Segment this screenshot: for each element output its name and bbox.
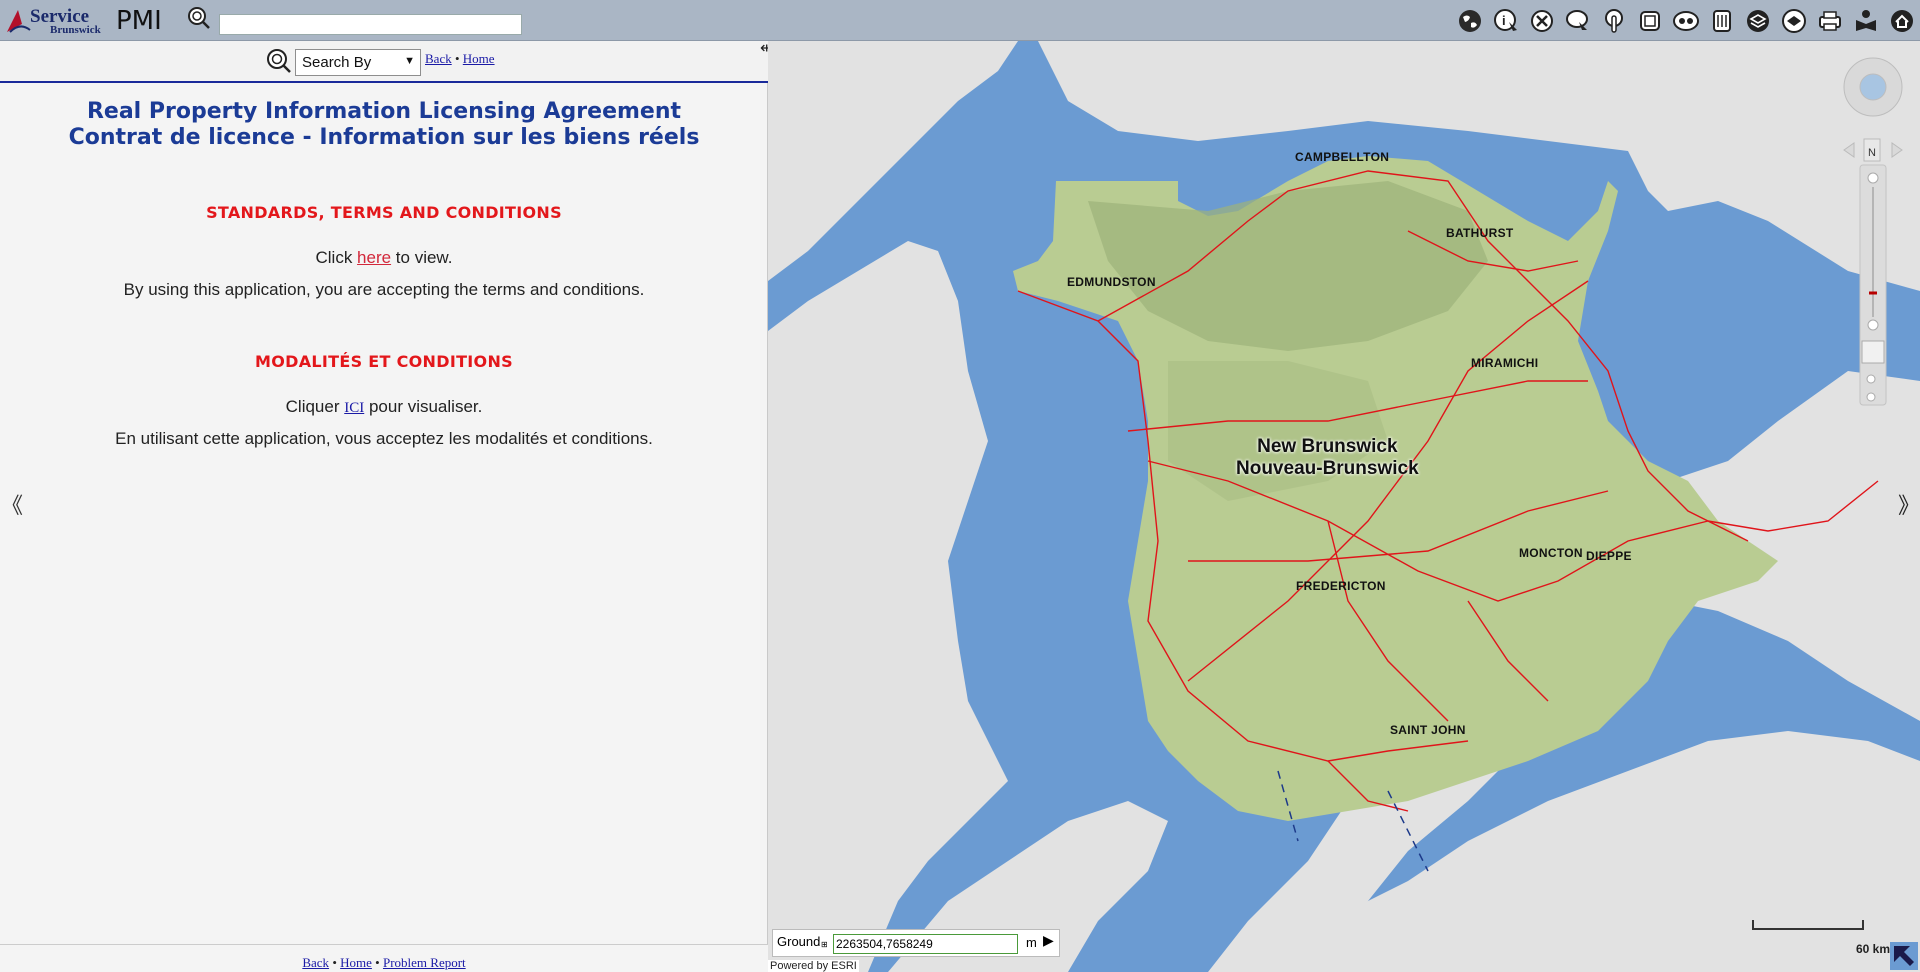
north-label: N: [1868, 147, 1876, 159]
title-french: Contrat de licence - Information sur les…: [68, 125, 700, 150]
identify-icon[interactable]: i: [1490, 6, 1522, 36]
problem-report-link[interactable]: Problem Report: [383, 955, 466, 970]
touch-icon[interactable]: [1598, 6, 1630, 36]
clear-icon[interactable]: [1526, 6, 1558, 36]
top-search-input[interactable]: [219, 14, 522, 35]
powered-by: Powered by ESRI: [768, 960, 859, 972]
coordinate-label: Ground: [777, 934, 821, 949]
search-by-label: Search By: [302, 54, 372, 71]
zoom-slider[interactable]: [1859, 164, 1887, 406]
separator: •: [332, 955, 337, 970]
click-to-view-line: Click here to view.: [0, 248, 768, 268]
resize-corner-icon[interactable]: [1890, 942, 1918, 970]
city-label: SAINT JOHN: [1390, 723, 1466, 737]
footer: Back • Home • Problem Report: [0, 944, 768, 972]
scale-label: 60 km: [1855, 942, 1890, 956]
title-english: Real Property Information Licensing Agre…: [86, 99, 682, 124]
separator: •: [454, 51, 460, 66]
cliquer-suffix: pour visualiser.: [364, 397, 483, 416]
pan-control[interactable]: [1843, 57, 1903, 117]
province-name-french: Nouveau-Brunswick: [1236, 458, 1419, 479]
heading-english: STANDARDS, TERMS AND CONDITIONS: [206, 203, 562, 222]
full-extent-icon[interactable]: [1634, 6, 1666, 36]
collapse-panel-button[interactable]: 《: [1, 488, 23, 520]
chevron-down-icon: ▼: [404, 55, 415, 67]
map-navigation-control: N: [1838, 57, 1908, 407]
license-content: Real Property Information Licensing Agre…: [0, 99, 768, 449]
cliquer-line: Cliquer ICI pour visualiser.: [0, 397, 768, 417]
search-icon[interactable]: [187, 6, 211, 30]
coordinate-bar: Ground ⊞ m ▶: [772, 929, 1060, 957]
select-icon[interactable]: [1562, 6, 1594, 36]
app-title: PMI: [116, 6, 162, 36]
map-canvas: [768, 41, 1920, 972]
city-label: DIEPPE: [1586, 549, 1632, 563]
search-by-select[interactable]: Search By ▼: [295, 49, 421, 76]
click-suffix: to view.: [391, 248, 453, 267]
go-arrow-icon[interactable]: ▶: [1043, 932, 1054, 949]
print-icon[interactable]: [1814, 6, 1846, 36]
city-label: CAMPBELLTON: [1295, 150, 1390, 164]
logo-brunswick-text: Brunswick: [50, 24, 102, 36]
separator: •: [375, 955, 380, 970]
coordinate-unit: m: [1026, 935, 1037, 950]
province-name-english: New Brunswick: [1257, 436, 1398, 457]
search-bar: Search By ▼ Back • Home: [0, 41, 768, 83]
home-link[interactable]: Home: [463, 51, 495, 66]
map-view[interactable]: CAMPBELLTON BATHURST EDMUNDSTON MIRAMICH…: [768, 41, 1920, 972]
footer-back-link[interactable]: Back: [302, 955, 329, 970]
click-prefix: Click: [315, 248, 358, 267]
measure-icon[interactable]: [1706, 6, 1738, 36]
city-label: MONCTON: [1519, 546, 1583, 560]
svg-text:i: i: [1502, 13, 1506, 28]
layers-icon[interactable]: [1742, 6, 1774, 36]
accept-french: En utilisant cette application, vous acc…: [115, 429, 653, 448]
home-icon[interactable]: [1886, 6, 1918, 36]
accept-english: By using this application, you are accep…: [123, 280, 645, 299]
rotate-control[interactable]: N: [1843, 138, 1903, 162]
province-label: New Brunswick Nouveau-Brunswick: [1236, 436, 1419, 480]
cliquer-prefix: Cliquer: [285, 397, 345, 416]
expand-panel-button[interactable]: 》: [1898, 488, 1920, 520]
overview-icon[interactable]: [1670, 6, 1702, 36]
service-new-brunswick-logo[interactable]: Service Brunswick: [4, 4, 104, 36]
back-link[interactable]: Back: [425, 51, 452, 66]
top-bar: Service Brunswick PMI i: [0, 0, 1920, 41]
reading-icon[interactable]: [1850, 6, 1882, 36]
map-toolbar: i: [1454, 6, 1918, 36]
terms-here-link[interactable]: here: [357, 248, 391, 267]
city-label: MIRAMICHI: [1471, 356, 1539, 370]
city-label: BATHURST: [1446, 226, 1514, 240]
search-bar-links: Back • Home: [425, 51, 495, 67]
coordinate-options-icon[interactable]: ⊞: [821, 940, 828, 949]
scale-bar: [1752, 920, 1864, 930]
left-panel: Search By ▼ Back • Home Real Property In…: [0, 41, 768, 972]
coordinate-input[interactable]: [833, 934, 1018, 954]
terms-ici-link[interactable]: ICI: [344, 400, 364, 416]
footer-home-link[interactable]: Home: [340, 955, 372, 970]
city-label: FREDERICTON: [1296, 579, 1386, 593]
heading-french: MODALITÉS ET CONDITIONS: [255, 352, 513, 371]
basemap-icon[interactable]: [1778, 6, 1810, 36]
city-label: EDMUNDSTON: [1067, 275, 1156, 289]
globe-icon[interactable]: [1454, 6, 1486, 36]
search-icon[interactable]: [266, 48, 292, 74]
